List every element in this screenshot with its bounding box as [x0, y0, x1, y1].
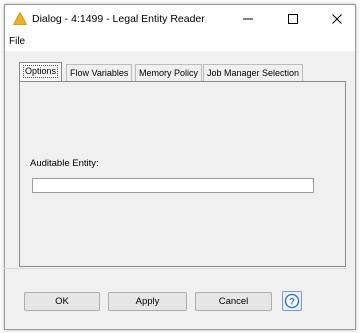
maximize-icon — [288, 14, 298, 24]
apply-button[interactable]: Apply — [108, 292, 187, 311]
cancel-button[interactable]: Cancel — [195, 292, 272, 311]
help-glyph: ? — [289, 296, 295, 307]
tab-flow-variables[interactable]: Flow Variables — [66, 64, 133, 81]
tab-memory-policy-label: Memory Policy — [139, 68, 199, 78]
tab-job-manager-selection[interactable]: Job Manager Selection — [203, 64, 304, 81]
tab-job-manager-selection-label: Job Manager Selection — [207, 68, 300, 78]
menu-file[interactable]: File — [9, 36, 25, 47]
close-button[interactable] — [318, 5, 356, 33]
button-divider — [4, 268, 347, 269]
window-title: Dialog - 4:1499 - Legal Entity Reader — [32, 13, 205, 25]
tab-flow-variables-label: Flow Variables — [70, 68, 129, 78]
maximize-button[interactable] — [274, 5, 312, 33]
tab-options-label: Options — [23, 65, 59, 78]
auditable-entity-label: Auditable Entity: — [30, 158, 99, 169]
tab-memory-policy[interactable]: Memory Policy — [135, 64, 203, 81]
auditable-entity-input[interactable] — [32, 178, 314, 193]
close-icon — [332, 14, 342, 24]
menu-bar: File — [5, 33, 355, 51]
title-bar[interactable]: Dialog - 4:1499 - Legal Entity Reader — [5, 5, 355, 33]
minimize-icon — [243, 18, 253, 20]
help-button[interactable]: ? — [282, 291, 302, 311]
help-icon: ? — [284, 293, 300, 309]
warning-icon — [13, 12, 27, 25]
minimize-button[interactable] — [229, 5, 267, 33]
tab-options[interactable]: Options — [19, 62, 63, 81]
options-panel: Auditable Entity: — [19, 81, 346, 267]
ok-button[interactable]: OK — [24, 292, 100, 311]
